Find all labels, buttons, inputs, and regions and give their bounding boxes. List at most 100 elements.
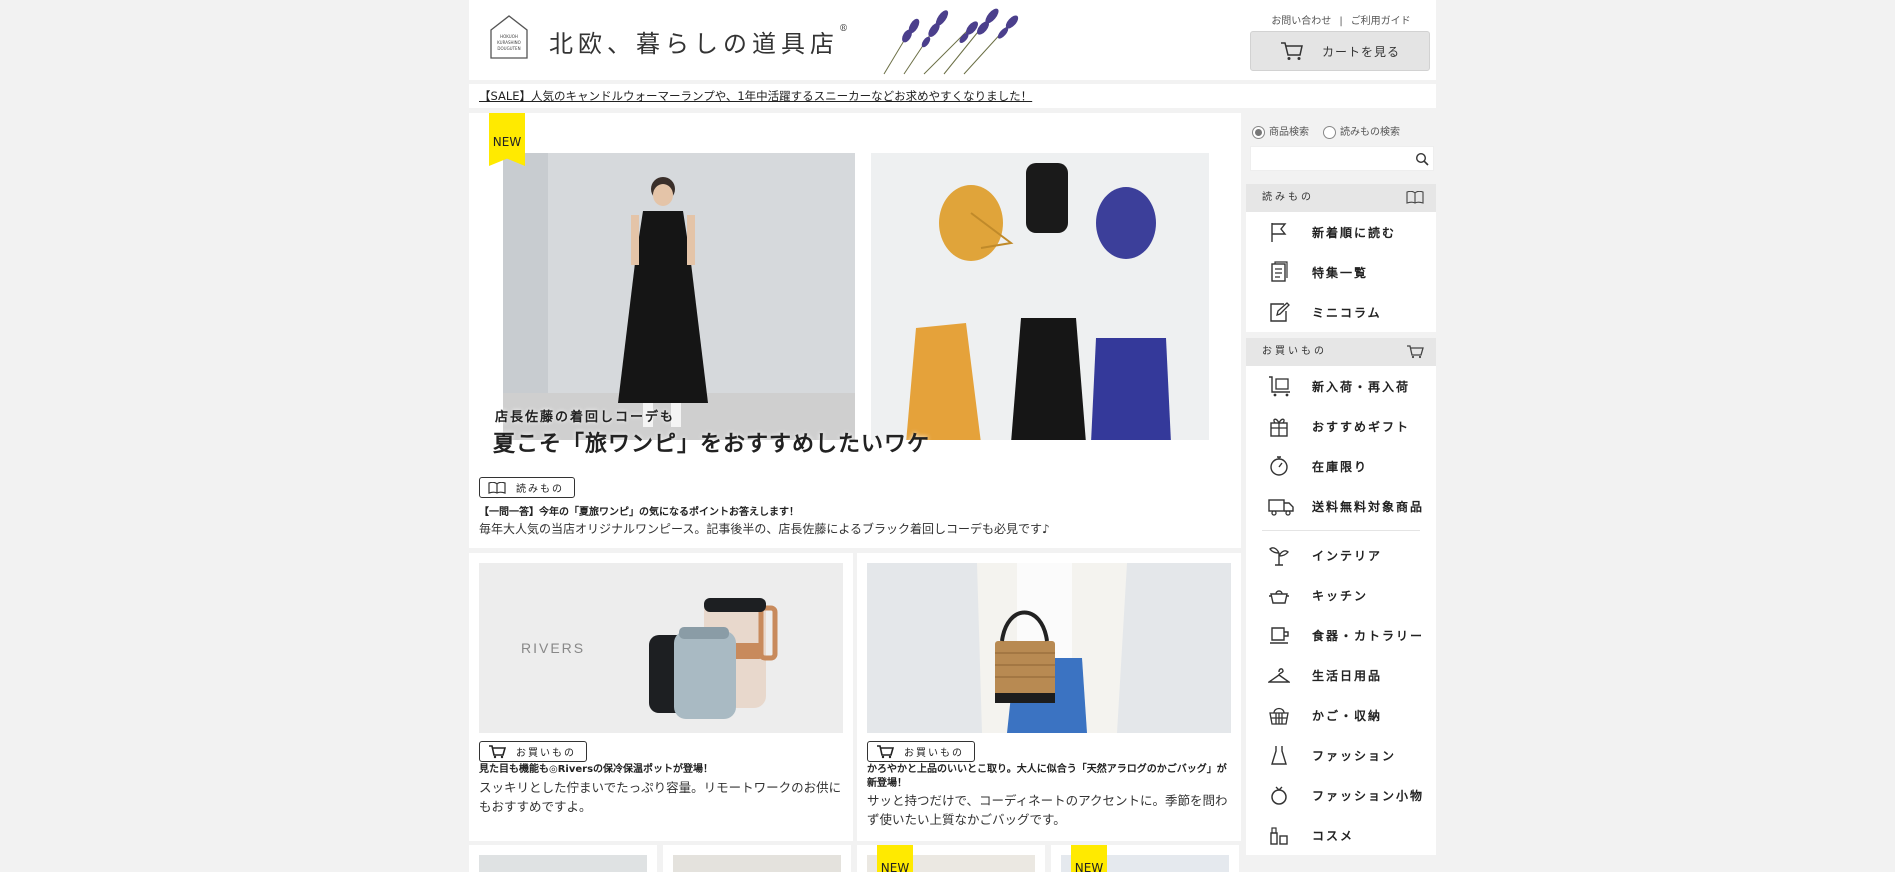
shopping-tag[interactable]: お買いもの xyxy=(479,741,587,762)
card-description: スッキリとした佇まいでたっぷり容量。リモートワークのお供にもおすすめですよ。 xyxy=(479,780,842,814)
view-cart-button[interactable]: カートを見る xyxy=(1250,31,1430,71)
new-badge: NEW xyxy=(877,845,913,872)
basket-bag-photo[interactable] xyxy=(867,563,1231,733)
search-reading-radio[interactable]: 読みもの検索 xyxy=(1323,123,1400,139)
pot-icon xyxy=(1269,590,1289,604)
menu-label: 食器・カトラリー xyxy=(1312,628,1425,643)
header-links: お問い合わせ | ご利用ガイド xyxy=(1246,12,1436,27)
menu-label: 新着順に読む xyxy=(1312,225,1397,240)
search-input[interactable] xyxy=(1250,146,1434,171)
document-icon xyxy=(1271,261,1288,282)
article-card[interactable]: お買いもの かろやかと上品のいいとこ取り。大人に似合う「天然アラログのかごバッグ… xyxy=(857,553,1241,841)
search-icon[interactable] xyxy=(1415,152,1429,166)
gift-icon xyxy=(1270,418,1288,437)
open-book-icon xyxy=(488,481,506,494)
article-card[interactable] xyxy=(469,845,657,872)
edit-icon xyxy=(1270,302,1290,322)
guide-link[interactable]: ご利用ガイド xyxy=(1351,16,1411,27)
feature-article[interactable]: NEW 店長佐藤の着回しコーデも 夏こそ「旅ワンピ」をおすすめしたいワケ 読みも… xyxy=(469,113,1241,548)
menu-label: インテリア xyxy=(1312,548,1383,563)
rivers-brand-text: RIVERS xyxy=(521,640,585,656)
menu-item-fashion[interactable]: ファッション xyxy=(1246,735,1436,775)
shopping-section-title: お買いもの xyxy=(1262,346,1327,357)
site-title-text[interactable]: 北欧、暮らしの道具店 xyxy=(549,30,839,58)
shopping-tag-label: お買いもの xyxy=(904,748,964,759)
search-goods-radio[interactable]: 商品検索 xyxy=(1252,123,1309,139)
feature-photo-black-dress[interactable] xyxy=(503,153,855,440)
cart-icon xyxy=(489,744,506,758)
ring-icon xyxy=(1271,786,1287,805)
radio-checked-icon[interactable] xyxy=(1252,125,1265,139)
menu-label: おすすめギフト xyxy=(1312,419,1411,434)
menu-label: ミニコラム xyxy=(1312,305,1382,320)
article-card[interactable]: NEW xyxy=(857,845,1045,872)
menu-label: 特集一覧 xyxy=(1312,265,1369,280)
menu-label: 新入荷・再入荷 xyxy=(1312,379,1411,394)
reading-tag[interactable]: 読みもの xyxy=(479,477,575,498)
truck-icon xyxy=(1268,499,1294,516)
shopping-menu: 新入荷・再入荷 おすすめギフト 在庫限り 送料無料対象商品 インテリア キッチン… xyxy=(1246,366,1436,855)
site-header: HOKUOH KURASHINO DOUGUTEN 北欧、暮らしの道具店® お問… xyxy=(469,0,1436,80)
reading-section-header: 読みもの xyxy=(1246,184,1436,212)
rivers-pot-photo[interactable]: RIVERS xyxy=(479,563,843,733)
card-photo[interactable] xyxy=(673,855,841,872)
menu-item-gifts[interactable]: おすすめギフト xyxy=(1246,406,1436,446)
cup-icon xyxy=(1270,627,1289,644)
search-goods-label: 商品検索 xyxy=(1269,127,1309,138)
article-card[interactable]: NEW xyxy=(1051,845,1239,872)
contact-link[interactable]: お問い合わせ xyxy=(1271,16,1331,27)
svg-text:KURASHINO: KURASHINO xyxy=(497,40,521,45)
menu-item-interior[interactable]: インテリア xyxy=(1246,535,1436,575)
dress-icon xyxy=(1271,746,1287,765)
feature-description: 毎年大人気の当店オリジナルワンピース。記事後半の、店長佐藤によるブラック着回しコ… xyxy=(479,522,1050,536)
menu-item-baskets[interactable]: かご・収納 xyxy=(1246,695,1436,735)
search-reading-label: 読みもの検索 xyxy=(1340,127,1400,138)
svg-text:DOUGUTEN: DOUGUTEN xyxy=(497,46,520,51)
flag-icon xyxy=(1271,223,1287,242)
site-title[interactable]: 北欧、暮らしの道具店® xyxy=(549,24,848,59)
cart-icon xyxy=(1280,42,1303,60)
menu-item-mini-column[interactable]: ミニコラム xyxy=(1246,292,1436,332)
search-type-selector: 商品検索 読みもの検索 xyxy=(1252,123,1400,139)
hanger-icon xyxy=(1268,668,1290,683)
menu-item-kitchen[interactable]: キッチン xyxy=(1246,575,1436,615)
sale-notice-link[interactable]: 【SALE】人気のキャンドルウォーマーランプや、1年中活躍するスニーカーなどお求… xyxy=(479,89,1032,103)
cart-box-icon xyxy=(1269,376,1290,397)
header-separator: | xyxy=(1339,16,1343,27)
menu-item-new-articles[interactable]: 新着順に読む xyxy=(1246,212,1436,252)
basket-icon xyxy=(1269,707,1289,725)
menu-item-features[interactable]: 特集一覧 xyxy=(1246,252,1436,292)
new-badge: NEW xyxy=(489,113,525,166)
menu-item-daily-goods[interactable]: 生活日用品 xyxy=(1246,655,1436,695)
card-lead: かろやかと上品のいいとこ取り。大人に似合う「天然アラログのかごバッグ」が新登場！ xyxy=(867,764,1227,789)
shopping-tag[interactable]: お買いもの xyxy=(867,741,975,762)
radio-unchecked-icon[interactable] xyxy=(1323,125,1336,139)
card-lead: 見た目も機能も◎Riversの保冷保温ポットが登場！ xyxy=(479,764,714,775)
plant-icon xyxy=(1269,547,1289,566)
card-description: サッと持つだけで、コーディネートのアクセントに。季節を問わず使いたい上質なかごバ… xyxy=(867,793,1228,827)
open-book-icon xyxy=(1406,191,1424,204)
menu-label: ファッション小物 xyxy=(1312,788,1425,803)
logo-house-icon[interactable]: HOKUOH KURASHINO DOUGUTEN xyxy=(489,14,529,60)
new-badge: NEW xyxy=(1071,845,1107,872)
article-card[interactable] xyxy=(663,845,851,872)
article-card[interactable]: RIVERS お買いもの 見た目も機能も◎Riversの保冷保温ポットが登場！ … xyxy=(469,553,853,841)
card-photo[interactable] xyxy=(479,855,647,872)
menu-label: かご・収納 xyxy=(1312,708,1383,723)
cart-icon xyxy=(877,744,894,758)
stopwatch-icon xyxy=(1270,456,1288,476)
menu-item-new-arrivals[interactable]: 新入荷・再入荷 xyxy=(1246,366,1436,406)
feature-photo-color-variations[interactable] xyxy=(871,153,1209,440)
cosmetics-icon xyxy=(1270,827,1288,845)
view-cart-label: カートを見る xyxy=(1321,44,1400,59)
menu-item-free-shipping[interactable]: 送料無料対象商品 xyxy=(1246,486,1436,526)
menu-label: ファッション xyxy=(1312,748,1397,763)
menu-label: 送料無料対象商品 xyxy=(1312,499,1425,514)
menu-item-last-stock[interactable]: 在庫限り xyxy=(1246,446,1436,486)
menu-item-tableware[interactable]: 食器・カトラリー xyxy=(1246,615,1436,655)
registered-mark: ® xyxy=(839,24,848,34)
menu-item-accessories[interactable]: ファッション小物 xyxy=(1246,775,1436,815)
menu-item-cosmetics[interactable]: コスメ xyxy=(1246,815,1436,855)
feature-title[interactable]: 夏こそ「旅ワンピ」をおすすめしたいワケ xyxy=(493,426,930,458)
menu-label: コスメ xyxy=(1312,828,1355,843)
